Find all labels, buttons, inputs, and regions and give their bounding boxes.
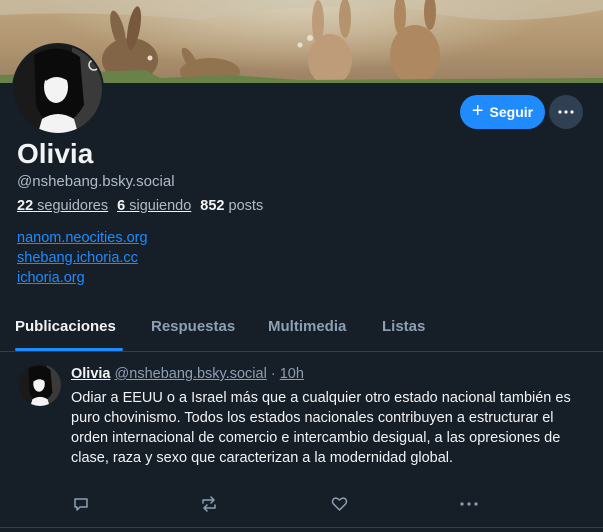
profile-name: Olivia [17, 138, 94, 169]
ellipsis-icon [558, 110, 574, 114]
profile-link[interactable]: ichoria.org [17, 268, 148, 288]
ellipsis-icon [460, 502, 478, 506]
reply-icon [74, 498, 88, 511]
follow-label: Seguir [489, 104, 534, 120]
posts-label: posts [228, 198, 264, 214]
post-handle[interactable]: @nshebang.bsky.social [115, 366, 267, 382]
tab-multimedia[interactable]: Multimedia [268, 318, 346, 335]
profile-tabs: Publicaciones Respuestas Multimedia List… [0, 312, 603, 352]
profile-link[interactable]: nanom.neocities.org [17, 228, 148, 248]
following-label: siguiendo [129, 198, 192, 214]
avatar-image [14, 45, 102, 133]
profile-links: nanom.neocities.org shebang.ichoria.cc i… [17, 228, 148, 288]
following-count: 6 [117, 198, 126, 214]
followers-link[interactable]: 22 seguidores [17, 198, 108, 214]
posts-stat: 852 posts [200, 198, 263, 214]
post-meta: Olivia @nshebang.bsky.social · 10h [71, 366, 304, 382]
avatar-image [19, 364, 61, 406]
profile-stats: 22 seguidores 6 siguiendo 852 posts [17, 198, 263, 214]
heart-icon [331, 497, 347, 511]
follow-button[interactable]: + Seguir [460, 95, 545, 129]
tab-respuestas[interactable]: Respuestas [151, 318, 235, 335]
followers-label: seguidores [37, 198, 109, 214]
repost-button[interactable] [199, 494, 219, 514]
tab-listas[interactable]: Listas [382, 318, 425, 335]
like-button[interactable] [329, 494, 349, 514]
feed-post[interactable]: Olivia @nshebang.bsky.social · 10h Odiar… [0, 352, 603, 532]
repost-icon [202, 496, 216, 512]
divider [0, 527, 603, 528]
tab-publicaciones[interactable]: Publicaciones [15, 318, 116, 335]
active-tab-indicator [15, 348, 123, 351]
plus-icon: + [471, 100, 484, 122]
posts-count: 852 [200, 198, 225, 214]
more-options-button[interactable] [549, 95, 583, 129]
post-actions [71, 494, 481, 516]
following-link[interactable]: 6 siguiendo [117, 198, 191, 214]
post-time[interactable]: 10h [280, 366, 304, 382]
post-avatar[interactable] [19, 364, 61, 406]
followers-count: 22 [17, 198, 34, 214]
post-text: Odiar a EEUU o a Israel más que a cualqu… [71, 390, 571, 466]
profile-link[interactable]: shebang.ichoria.cc [17, 248, 148, 268]
profile-handle: @nshebang.bsky.social [17, 173, 175, 190]
profile-avatar[interactable] [12, 43, 104, 135]
post-more-button[interactable] [459, 494, 479, 514]
post-author[interactable]: Olivia [71, 366, 111, 382]
post-separator: · [270, 366, 276, 382]
reply-button[interactable] [71, 494, 91, 514]
